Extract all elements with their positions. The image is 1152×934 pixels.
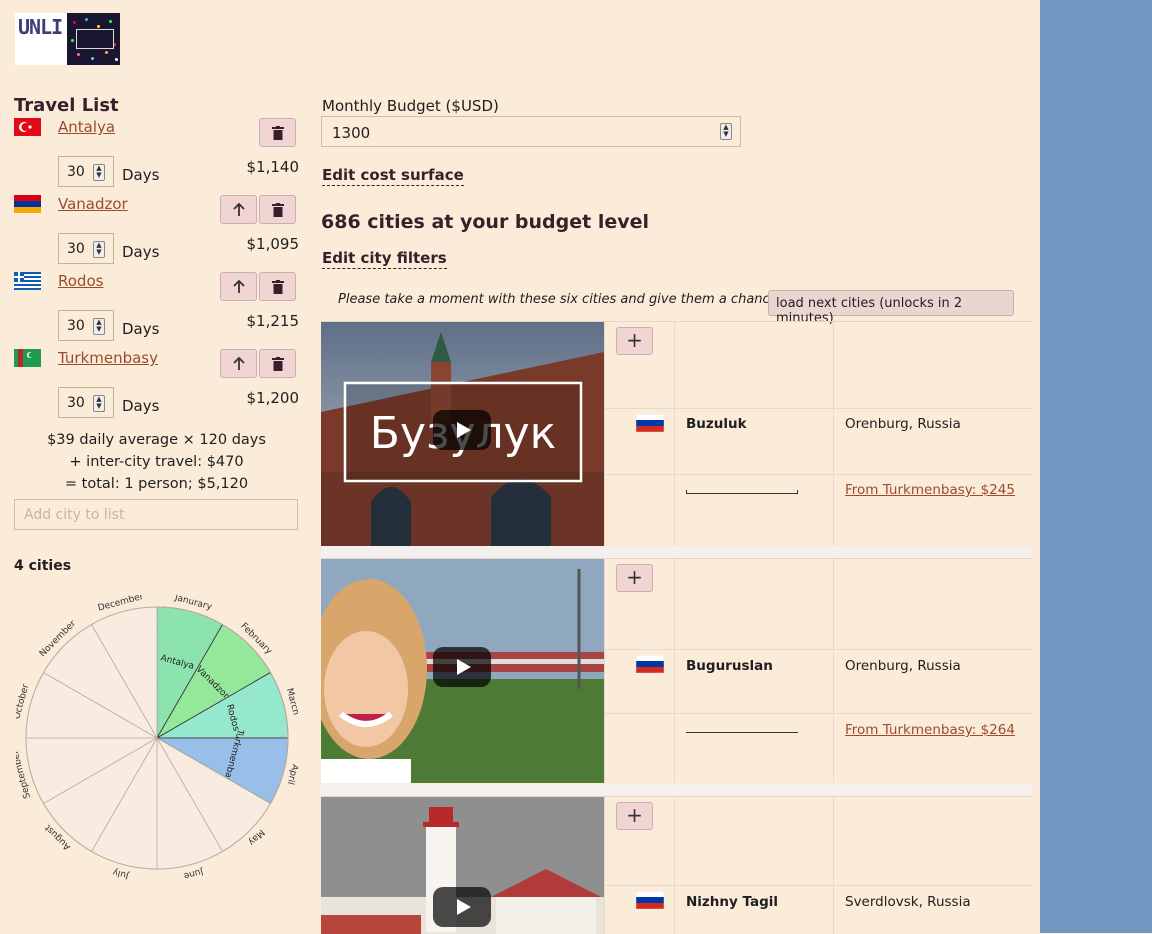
load-next-cities-button[interactable]: load next cities (unlocks in 2 minutes): [768, 290, 1014, 326]
notice-text: Please take a moment with these six citi…: [338, 292, 778, 307]
edit-cost-surface-link[interactable]: Edit cost surface: [322, 166, 464, 186]
city-region: Sverdlovsk, Russia: [845, 894, 971, 910]
city-link-vanadzor[interactable]: Vanadzor: [58, 195, 128, 213]
turkey-flag-icon: [14, 118, 41, 136]
days-label: Days: [122, 397, 160, 415]
spinner-icon[interactable]: ▲ ▼: [93, 241, 105, 258]
delete-button[interactable]: [259, 118, 296, 147]
summary-total: = total: 1 person; $5,120: [64, 476, 249, 492]
budget-label: Monthly Budget ($USD): [322, 97, 499, 115]
arrow-up-icon: [232, 356, 245, 370]
travel-entry-rodos: Rodos 30 ▲ ▼ Days $1,215: [14, 272, 299, 349]
greece-flag-icon: [14, 272, 41, 290]
days-label: Days: [122, 166, 160, 184]
delete-button[interactable]: [259, 272, 296, 301]
russia-flag-icon: [636, 891, 664, 909]
travel-entry-antalya: Antalya 30 ▲ ▼ Days $1,140: [14, 118, 299, 195]
trash-icon: [271, 202, 284, 217]
city-link-rodos[interactable]: Rodos: [58, 272, 103, 290]
travel-cost-link[interactable]: From Turkmenbasy: $264: [845, 722, 1015, 738]
city-name: Buzuluk: [686, 416, 747, 432]
entry-price: $1,140: [246, 158, 300, 176]
city-video-thumbnail[interactable]: [321, 559, 604, 783]
travel-list-title: Travel List: [14, 95, 119, 116]
spinner-icon[interactable]: ▲ ▼: [93, 164, 105, 181]
add-city-button[interactable]: +: [616, 802, 653, 830]
city-region: Orenburg, Russia: [845, 658, 961, 674]
arrow-up-icon: [232, 202, 245, 216]
right-side-panel: [1040, 0, 1152, 933]
summary-daily-average: $39 daily average × 120 days: [47, 432, 266, 448]
travel-entry-vanadzor: Vanadzor 30 ▲ ▼ Days $1,095: [14, 195, 299, 272]
travel-entry-turkmenbasy: Turkmenbasy 30 ▲ ▼ Days $1,200: [14, 349, 299, 426]
play-icon[interactable]: [433, 887, 491, 927]
add-city-button[interactable]: +: [616, 564, 653, 592]
entry-price: $1,215: [246, 312, 300, 330]
city-link-turkmenbasy[interactable]: Turkmenbasy: [58, 349, 158, 367]
cost-sparkline: [686, 490, 798, 494]
days-label: Days: [122, 320, 160, 338]
travel-cost-link[interactable]: From Turkmenbasy: $245: [845, 482, 1015, 498]
entry-price: $1,095: [246, 235, 300, 253]
trash-icon: [271, 125, 284, 140]
month-label: April: [285, 763, 298, 785]
city-video-thumbnail[interactable]: Бузулук: [321, 322, 604, 546]
days-input[interactable]: 30 ▲ ▼: [58, 156, 114, 187]
city-name: Nizhny Tagil: [686, 894, 779, 910]
logo-text: UNLI: [15, 13, 67, 65]
trash-icon: [271, 279, 284, 294]
summary-intercity-travel: + inter-city travel: $470: [69, 454, 244, 470]
city-count: 4 cities: [14, 558, 72, 574]
play-icon[interactable]: [433, 410, 491, 450]
days-input[interactable]: 30 ▲ ▼: [58, 233, 114, 264]
add-city-button[interactable]: +: [616, 327, 653, 355]
site-logo[interactable]: UNLI: [15, 13, 120, 65]
russia-flag-icon: [636, 414, 664, 432]
city-card: + Buguruslan Orenburg, Russia From Turkm…: [321, 558, 1032, 784]
days-label: Days: [122, 243, 160, 261]
city-name: Buguruslan: [686, 658, 773, 674]
arrow-up-icon: [232, 279, 245, 293]
trash-icon: [271, 356, 284, 371]
spinner-icon[interactable]: ▲ ▼: [720, 123, 732, 140]
turkmenistan-flag-icon: [14, 349, 41, 367]
move-up-button[interactable]: [220, 272, 257, 301]
edit-city-filters-link[interactable]: Edit city filters: [322, 249, 447, 269]
cities-headline: 686 cities at your budget level: [321, 211, 650, 233]
play-icon[interactable]: [433, 647, 491, 687]
delete-button[interactable]: [259, 349, 296, 378]
logo-graphic: [67, 13, 120, 65]
budget-input[interactable]: 1300 ▲ ▼: [321, 116, 741, 147]
trip-summary: $39 daily average × 120 days + inter-cit…: [14, 429, 299, 495]
city-video-thumbnail[interactable]: [321, 797, 604, 934]
entry-price: $1,200: [246, 389, 300, 407]
month-label: March: [284, 687, 298, 716]
month-label: June: [182, 866, 205, 881]
move-up-button[interactable]: [220, 349, 257, 378]
armenia-flag-icon: [14, 195, 41, 213]
move-up-button[interactable]: [220, 195, 257, 224]
city-link-antalya[interactable]: Antalya: [58, 118, 115, 136]
city-region: Orenburg, Russia: [845, 416, 961, 432]
days-input[interactable]: 30 ▲ ▼: [58, 387, 114, 418]
cost-sparkline: [686, 729, 798, 733]
city-card: + Nizhny Tagil Sverdlovsk, Russia: [321, 796, 1032, 934]
spinner-icon[interactable]: ▲ ▼: [93, 395, 105, 412]
days-input[interactable]: 30 ▲ ▼: [58, 310, 114, 341]
russia-flag-icon: [636, 655, 664, 673]
calendar-wheel: JanuraryAntalyaFebruaryVanadzorMarchRodo…: [16, 595, 298, 881]
month-label: July: [111, 866, 131, 880]
city-card: Бузулук + Buzuluk Orenburg, Russia From …: [321, 321, 1032, 547]
add-city-input[interactable]: Add city to list: [14, 499, 298, 530]
spinner-icon[interactable]: ▲ ▼: [93, 318, 105, 335]
delete-button[interactable]: [259, 195, 296, 224]
